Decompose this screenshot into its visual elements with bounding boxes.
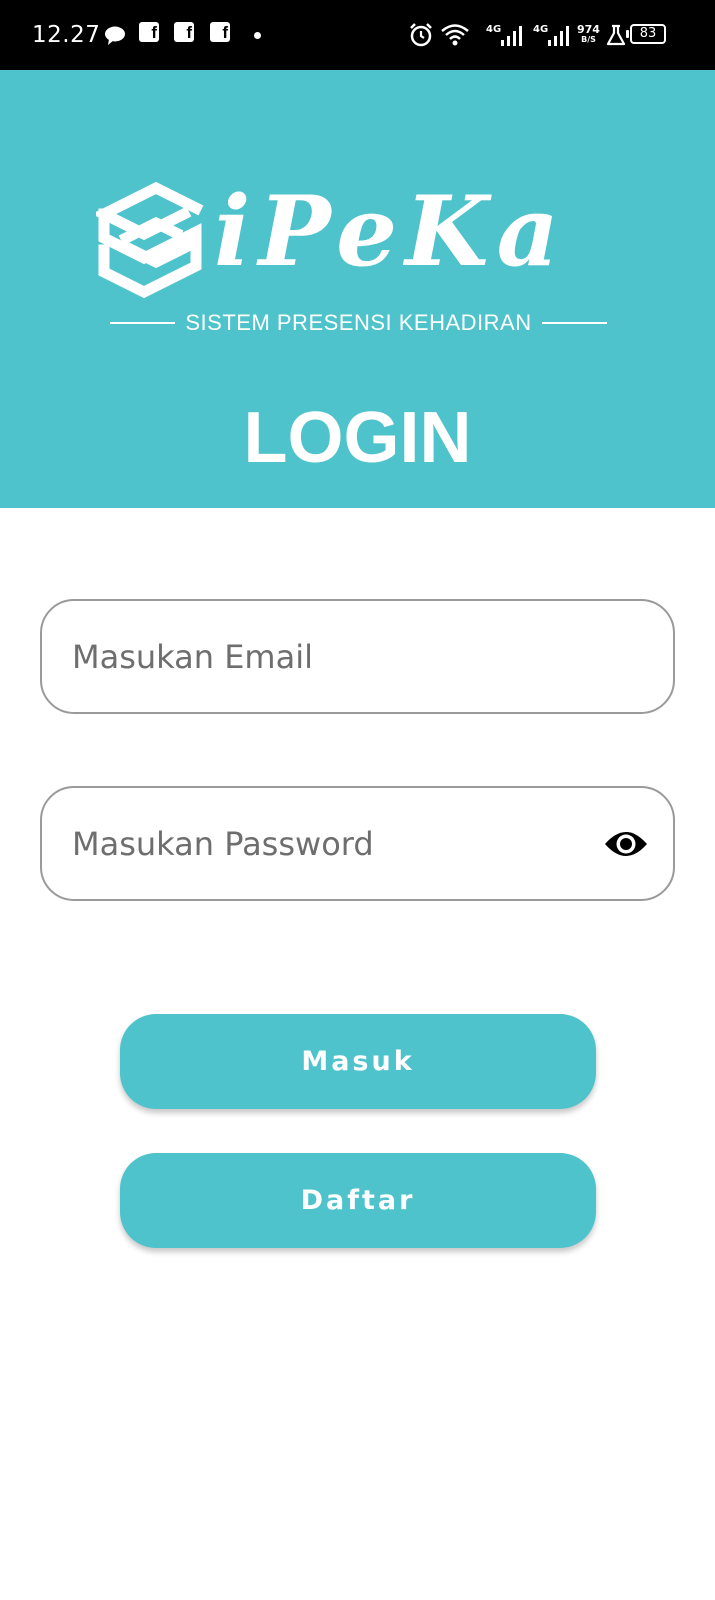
masuk-button[interactable]: Masuk [120,1014,596,1109]
chat-bubble-icon [105,26,125,45]
tagline-row: SISTEM PRESENSI KEHADIRAN [110,308,607,338]
facebook-icon: f [174,22,194,42]
lab-flask-icon [606,24,626,46]
network-speed-value: 974 [577,23,600,36]
app-logo: iPeKa [96,175,616,305]
network-speed-unit: B/S [581,35,596,44]
signal-icon [501,26,522,46]
facebook-icon: f [139,22,159,42]
eye-icon[interactable] [603,826,649,862]
facebook-icon: f [210,22,230,42]
network-type-label: 4G [533,24,549,35]
page-title: LOGIN [243,398,472,478]
status-time: 12.27 [32,22,101,48]
stacked-layers-logo-icon [96,181,204,299]
tagline-divider [541,322,607,324]
header-banner: iPeKa SISTEM PRESENSI KEHADIRAN LOGIN [0,70,715,508]
email-field[interactable] [72,601,592,712]
battery-icon: 83 [626,24,666,44]
tagline-divider [110,322,176,324]
password-field[interactable] [72,788,592,899]
password-field-container [40,786,675,901]
network-speed: 974 B/S [577,23,600,45]
signal-icon [548,26,569,46]
tagline: SISTEM PRESENSI KEHADIRAN [185,310,532,335]
email-field-container [40,599,675,714]
logo-text: iPeKa [214,175,567,288]
daftar-button[interactable]: Daftar [120,1153,596,1248]
alarm-icon [410,23,432,47]
wifi-icon [441,24,469,46]
network-type-label: 4G [486,24,502,35]
status-bar: 12.27 f f f 4G 4G 974 B/S 83 [0,0,715,70]
notification-dot-icon [254,32,261,39]
